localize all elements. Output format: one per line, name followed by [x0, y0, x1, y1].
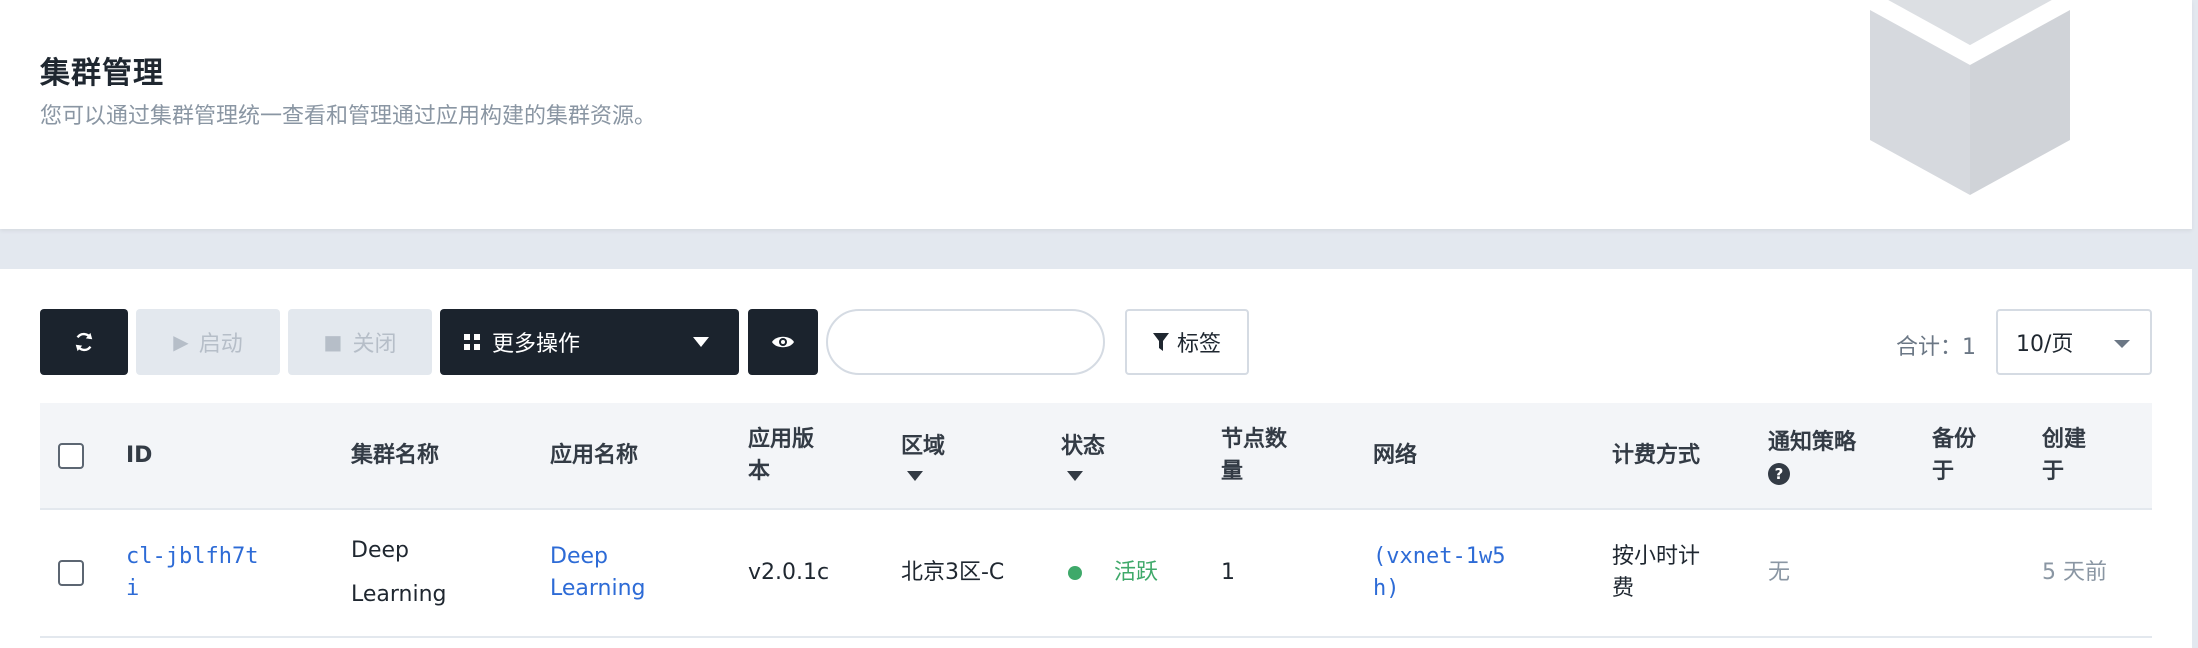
col-nodes[interactable]: 节点数 量	[1221, 403, 1287, 508]
col-backup[interactable]: 备份 于	[1932, 403, 1976, 508]
region: 北京3区-C	[901, 560, 1005, 585]
col-app-name[interactable]: 应用名称	[550, 403, 638, 508]
play-icon: ▶	[173, 330, 189, 354]
close-button-label: 关闭	[352, 332, 397, 357]
col-network[interactable]: 网络	[1373, 403, 1417, 508]
status-dot-icon	[1068, 566, 1082, 580]
start-button-label: 启动	[198, 332, 243, 357]
total-count: 合计：1	[1896, 335, 1976, 360]
stop-icon: ■	[323, 330, 343, 354]
column-visibility-button[interactable]	[748, 309, 818, 375]
question-circle-icon[interactable]: ?	[1768, 462, 1790, 485]
page-title: 集群管理	[40, 56, 164, 91]
refresh-icon	[75, 332, 93, 352]
filter-icon	[1152, 333, 1169, 351]
created-time: 5 天前	[2042, 560, 2107, 585]
row-checkbox[interactable]	[58, 560, 84, 586]
page-header: 集群管理 您可以通过集群管理统一查看和管理通过应用构建的集群资源。	[0, 0, 2192, 229]
status-cell: 活跃	[1068, 510, 1158, 636]
tag-filter-label: 标签	[1176, 332, 1221, 357]
close-button[interactable]: ■ 关闭	[288, 309, 432, 375]
select-all-checkbox[interactable]	[58, 442, 84, 469]
chevron-down-icon	[2114, 340, 2130, 348]
tag-filter-button[interactable]: 标签	[1125, 309, 1249, 375]
col-billing[interactable]: 计费方式	[1612, 403, 1700, 508]
page-size-select[interactable]: 10/页	[1996, 309, 2152, 375]
chevron-down-icon	[1067, 470, 1083, 481]
page-size-value: 10/页	[2016, 332, 2074, 357]
more-actions-dropdown[interactable]: 更多操作	[440, 309, 739, 375]
network-link[interactable]: (vxnet-1w5 h)	[1373, 510, 1505, 636]
cluster-id-link[interactable]: cl-jblfh7t i	[126, 510, 258, 636]
table-row: cl-jblfh7t i Deep Learning Deep Learning…	[40, 510, 2152, 638]
col-status[interactable]: 状态	[1061, 403, 1105, 508]
table-header: ID 集群名称 应用名称 应用版 本 区域 状态 节点数 量 网络 计费方式 通…	[40, 403, 2152, 510]
refresh-button[interactable]	[40, 309, 128, 375]
grid-icon	[464, 334, 480, 350]
eye-icon	[772, 336, 794, 348]
billing-mode: 按小时计 费	[1612, 544, 1701, 601]
chevron-down-icon	[693, 337, 709, 347]
col-notify-policy[interactable]: 通知策略 ?	[1768, 403, 1856, 508]
notify-policy: 无	[1768, 560, 1791, 585]
col-app-version[interactable]: 应用版 本	[748, 403, 814, 508]
app-version: v2.0.1c	[748, 560, 830, 585]
start-button[interactable]: ▶ 启动	[136, 309, 280, 375]
cluster-table: ID 集群名称 应用名称 应用版 本 区域 状态 节点数 量 网络 计费方式 通…	[40, 403, 2152, 638]
col-id[interactable]: ID	[126, 403, 152, 508]
search-input[interactable]	[826, 309, 1105, 375]
col-created[interactable]: 创建 于	[2042, 403, 2086, 508]
app-name-link[interactable]: Deep Learning	[550, 510, 646, 636]
status-text: 活跃	[1114, 560, 1159, 585]
col-cluster-name[interactable]: 集群名称	[351, 403, 439, 508]
cube-icon	[1870, 0, 2070, 195]
page-subtitle: 您可以通过集群管理统一查看和管理通过应用构建的集群资源。	[40, 104, 657, 129]
chevron-down-icon	[907, 470, 923, 481]
node-count: 1	[1221, 560, 1235, 585]
cluster-name: Deep Learning	[351, 538, 447, 607]
cluster-list-card: ▶ 启动 ■ 关闭 更多操作 标签 合计：1 10/页 ID 集群名称 应用名称…	[0, 269, 2192, 648]
more-actions-label: 更多操作	[492, 332, 581, 357]
toolbar: ▶ 启动 ■ 关闭 更多操作 标签 合计：1 10/页	[40, 309, 2152, 375]
col-region[interactable]: 区域	[901, 403, 945, 508]
